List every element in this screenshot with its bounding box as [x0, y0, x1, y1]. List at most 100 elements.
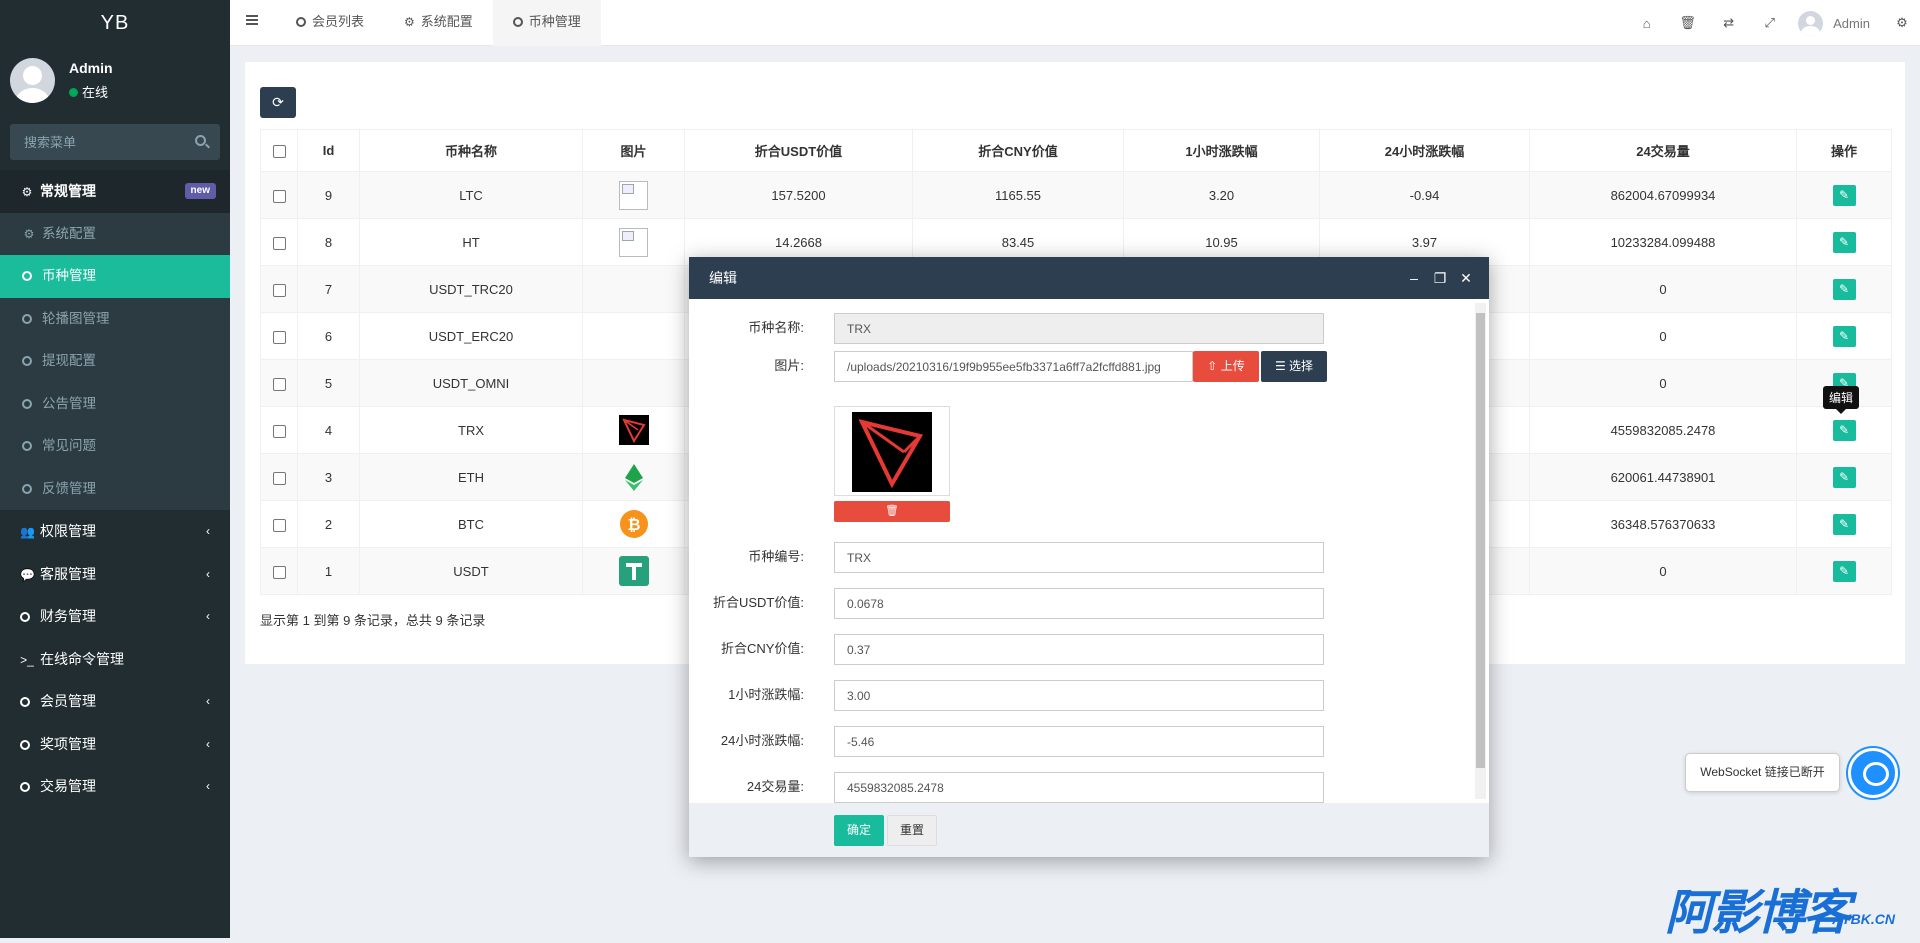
edit-button[interactable]: ✎ — [1832, 419, 1856, 441]
minimize-icon[interactable]: – — [1401, 257, 1427, 299]
id-cell: 6 — [297, 312, 360, 360]
h1-change-field[interactable] — [834, 680, 1324, 711]
search-icon[interactable] — [195, 135, 206, 146]
volume-field[interactable] — [834, 772, 1324, 803]
user-name: Admin — [69, 60, 113, 76]
sidebar-item-currency[interactable]: 币种管理 — [0, 255, 230, 298]
list-icon: ☰ — [1274, 359, 1286, 373]
col-cny[interactable]: 折合CNY价值 — [912, 129, 1124, 172]
sidebar-item-trade[interactable]: 交易管理 ‹ — [0, 765, 230, 808]
sidebar-item-notice[interactable]: 公告管理 — [0, 382, 230, 425]
select-button[interactable]: ☰ 选择 — [1261, 351, 1327, 382]
sidebar-item-service[interactable]: 💬 客服管理 ‹ — [0, 553, 230, 596]
edit-button[interactable]: ✎ — [1832, 513, 1856, 535]
chat-bubble-button[interactable] — [1848, 748, 1898, 798]
sidebar-item-label: 常规管理 — [40, 183, 96, 199]
logo[interactable]: YB — [0, 0, 230, 46]
circle-icon — [20, 612, 30, 622]
trx-logo — [852, 412, 932, 492]
col-24h[interactable]: 24小时涨跌幅 — [1319, 129, 1530, 172]
refresh-icon: ⟳ — [272, 94, 284, 110]
delete-image-button[interactable]: 🗑 — [834, 501, 950, 522]
row-checkbox[interactable] — [272, 565, 286, 579]
language-icon[interactable]: ⇄ — [1708, 15, 1749, 31]
dialog-scrollbar[interactable] — [1475, 303, 1486, 799]
col-name[interactable]: 币种名称 — [359, 129, 583, 172]
sidebar-item-feedback[interactable]: 反馈管理 — [0, 467, 230, 510]
sidebar-item-finance[interactable]: 财务管理 ‹ — [0, 595, 230, 638]
usdt-icon — [618, 556, 649, 586]
upload-button[interactable]: ⇧ 上传 — [1193, 351, 1259, 382]
row-checkbox[interactable] — [272, 330, 286, 344]
image-path-field[interactable] — [834, 351, 1193, 382]
h24-change-field[interactable] — [834, 726, 1324, 757]
col-1h[interactable]: 1小时涨跌幅 — [1123, 129, 1320, 172]
comment-icon: 💬 — [20, 567, 35, 582]
circle-icon — [22, 356, 32, 366]
col-usdt[interactable]: 折合USDT价值 — [684, 129, 913, 172]
row-checkbox[interactable] — [272, 283, 286, 297]
volume-cell: 0 — [1529, 359, 1797, 407]
row-checkbox[interactable] — [272, 377, 286, 391]
refresh-button[interactable]: ⟳ — [260, 87, 296, 118]
col-volume[interactable]: 24交易量 — [1529, 129, 1797, 172]
scrollbar-thumb[interactable] — [1476, 313, 1485, 768]
trash-icon[interactable]: 🗑 — [1667, 15, 1708, 31]
menu-toggle-icon[interactable] — [246, 15, 258, 25]
cogs-icon[interactable]: ⚙ — [1884, 15, 1920, 31]
edit-button[interactable]: ✎ — [1832, 278, 1856, 300]
admin-menu[interactable]: Admin — [1790, 10, 1884, 36]
cny-field[interactable] — [834, 634, 1324, 665]
close-icon[interactable]: ✕ — [1453, 257, 1479, 299]
sidebar-item-member[interactable]: 会员管理 ‹ — [0, 680, 230, 723]
circle-icon — [22, 483, 32, 494]
tab-member-list[interactable]: 会员列表 — [276, 0, 384, 46]
reset-button[interactable]: 重置 — [887, 815, 937, 846]
edit-button[interactable]: ✎ — [1832, 325, 1856, 347]
volume-cell: 10233284.099488 — [1529, 218, 1797, 266]
code-label: 币种编号: — [748, 549, 804, 564]
menu-search-input[interactable] — [10, 124, 220, 160]
row-checkbox[interactable] — [272, 424, 286, 438]
edit-button[interactable]: ✎ — [1832, 466, 1856, 488]
sidebar-item-withdraw[interactable]: 提现配置 — [0, 340, 230, 383]
confirm-button[interactable]: 确定 — [834, 815, 884, 846]
row-checkbox[interactable] — [272, 236, 286, 250]
sidebar-item-award[interactable]: 奖项管理 ‹ — [0, 723, 230, 766]
row-select-cell — [260, 171, 298, 219]
h1-label: 1小时涨跌幅: — [728, 687, 804, 702]
image-cell — [582, 406, 685, 454]
name-field[interactable] — [834, 313, 1324, 344]
watermark-text: 阿影博客 — [1665, 887, 1851, 940]
usdt-field[interactable] — [834, 588, 1324, 619]
image-cell — [582, 171, 685, 219]
dialog-header[interactable]: 编辑 – ❐ ✕ — [689, 257, 1489, 299]
row-checkbox[interactable] — [272, 471, 286, 485]
tab-currency[interactable]: 币种管理 — [492, 0, 601, 46]
sidebar-item-label: 奖项管理 — [40, 735, 96, 752]
home-icon[interactable]: ⌂ — [1626, 16, 1667, 31]
pencil-icon: ✎ — [1838, 187, 1850, 202]
sidebar-item-permission[interactable]: 👥 权限管理 ‹ — [0, 510, 230, 553]
row-checkbox[interactable] — [272, 189, 286, 203]
table-header-row: Id 币种名称 图片 折合USDT价值 折合CNY价值 1小时涨跌幅 24小时涨… — [260, 129, 1892, 172]
edit-button[interactable]: ✎ — [1832, 560, 1856, 582]
select-all-checkbox[interactable] — [272, 145, 286, 159]
code-field[interactable] — [834, 542, 1324, 573]
image-cell — [582, 265, 685, 313]
image-preview — [834, 406, 950, 496]
sidebar-item-command[interactable]: >_ 在线命令管理 — [0, 638, 230, 681]
maximize-icon[interactable]: ❐ — [1427, 257, 1453, 299]
col-id[interactable]: Id — [297, 129, 360, 172]
sidebar-item-system-config[interactable]: ⚙ 系统配置 — [0, 212, 230, 255]
sidebar-item-carousel[interactable]: 轮播图管理 — [0, 297, 230, 340]
dialog-title: 编辑 — [709, 270, 737, 286]
tab-system-config[interactable]: ⚙ 系统配置 — [384, 0, 493, 46]
sidebar-item-faq[interactable]: 常见问题 — [0, 425, 230, 468]
edit-tooltip: 编辑 — [1823, 386, 1860, 414]
fullscreen-icon[interactable]: ⤢ — [1749, 15, 1790, 31]
edit-button[interactable]: ✎ — [1832, 184, 1856, 206]
sidebar-item-general[interactable]: ⚙ 常规管理 new — [0, 170, 230, 213]
row-checkbox[interactable] — [272, 518, 286, 532]
edit-button[interactable]: ✎ — [1832, 231, 1856, 253]
